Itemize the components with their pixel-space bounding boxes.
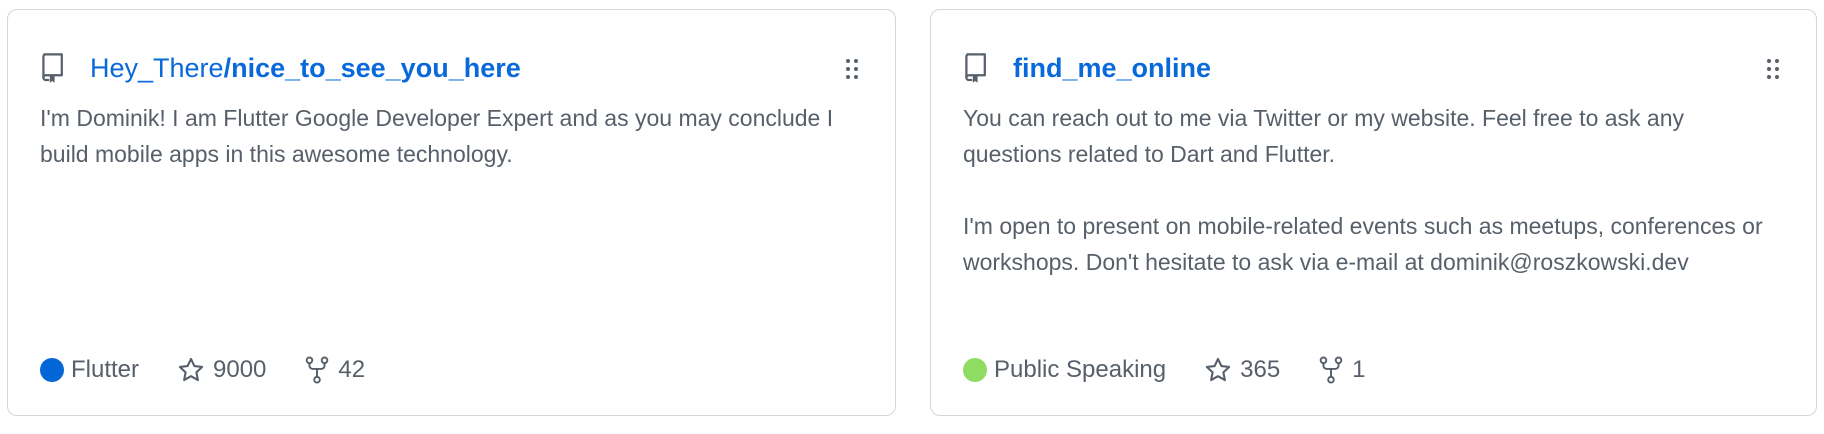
forks-link[interactable]: 42 xyxy=(304,356,365,384)
repo-card: Hey_There/nice_to_see_you_here I'm Domin… xyxy=(7,9,896,416)
repo-description: You can reach out to me via Twitter or m… xyxy=(963,105,1763,275)
repo-card-header: Hey_There/nice_to_see_you_here xyxy=(40,48,864,88)
star-icon xyxy=(177,356,205,384)
stars-link[interactable]: 365 xyxy=(1204,356,1280,384)
drag-handle-icon[interactable] xyxy=(1766,57,1780,81)
language-label: Public Speaking xyxy=(994,356,1167,383)
language-color-dot xyxy=(963,358,987,382)
repo-title-link[interactable]: find_me_online xyxy=(1013,53,1211,84)
repo-meta: Public Speaking 365 1 xyxy=(963,353,1404,387)
pinned-repositories: Hey_There/nice_to_see_you_here I'm Domin… xyxy=(0,0,1824,434)
language-label: Flutter xyxy=(71,356,140,383)
repo-meta: Flutter 9000 42 xyxy=(40,353,403,387)
repo-language: Flutter xyxy=(40,356,139,384)
stars-link[interactable]: 9000 xyxy=(177,356,266,384)
repo-icon xyxy=(963,51,993,85)
repo-name: /nice_to_see_you_here xyxy=(223,52,521,83)
fork-icon xyxy=(304,356,330,384)
repo-description: I'm Dominik! I am Flutter Google Develop… xyxy=(40,105,834,167)
repo-card: find_me_online You can reach out to me v… xyxy=(930,9,1817,416)
repo-icon xyxy=(40,51,70,85)
repo-card-header: find_me_online xyxy=(963,48,1785,88)
drag-handle-icon[interactable] xyxy=(845,57,859,81)
repo-language: Public Speaking xyxy=(963,356,1166,384)
fork-icon xyxy=(1318,356,1344,384)
stars-count: 9000 xyxy=(213,356,267,383)
forks-count: 1 xyxy=(1352,356,1366,383)
forks-count: 42 xyxy=(338,356,366,383)
repo-owner: Hey_There xyxy=(90,52,224,83)
repo-title-link[interactable]: Hey_There/nice_to_see_you_here xyxy=(90,53,521,84)
language-color-dot xyxy=(40,358,64,382)
stars-count: 365 xyxy=(1240,356,1281,383)
star-icon xyxy=(1204,356,1232,384)
forks-link[interactable]: 1 xyxy=(1318,356,1366,384)
repo-name: find_me_online xyxy=(1013,52,1212,83)
